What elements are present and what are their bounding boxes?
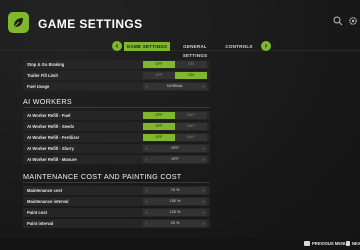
setting-label: Paint cost	[27, 210, 48, 215]
selector-value: 75 %	[170, 188, 180, 192]
chevron-left-icon[interactable]: ‹	[146, 209, 147, 216]
selector-value: OFF	[171, 157, 179, 161]
setting-row-fuel-usage: Fuel Usage ‹ NORMAL ›	[23, 82, 210, 91]
selector-maintenance-cost[interactable]: ‹ 75 % ›	[143, 187, 207, 194]
section-divider	[23, 107, 210, 108]
selector-value: NORMAL	[166, 84, 184, 88]
chevron-right-icon[interactable]: ›	[203, 145, 204, 152]
chevron-right-icon[interactable]: ›	[203, 187, 204, 194]
search-icon[interactable]	[333, 16, 343, 26]
tab-controls[interactable]: CONTROLS	[220, 42, 258, 51]
selector-value: 125 %	[169, 210, 181, 214]
toggle-refill-fertilizer: OFF BUY	[143, 134, 207, 141]
previous-menu-button[interactable]: PREVIOUS MENU	[312, 241, 347, 247]
chevron-right-icon[interactable]: ›	[203, 156, 204, 163]
chevron-left-icon[interactable]: ‹	[146, 187, 147, 194]
setting-label: Trailer Fill Limit	[27, 73, 58, 78]
selector-value: 150 %	[169, 199, 181, 203]
setting-row-stop-go: Stop & Go Braking OFF ON	[23, 60, 210, 69]
setting-label: Maintenance interval	[27, 199, 69, 204]
option-off[interactable]: OFF	[143, 134, 175, 141]
gear-icon[interactable]	[348, 16, 358, 26]
option-buy[interactable]: BUY	[175, 123, 207, 130]
chevron-left-icon[interactable]: ‹	[146, 156, 147, 163]
tab-next-button[interactable]: ›	[261, 41, 271, 51]
chevron-left-icon[interactable]: ‹	[146, 220, 147, 227]
setting-row-refill-fuel: AI Worker Refill - Fuel OFF BUY	[23, 111, 210, 120]
setting-label: AI Worker Refill - Slurry	[27, 146, 74, 151]
setting-label: Maintenance cost	[27, 188, 63, 193]
tab-general-settings[interactable]: GENERAL SETTINGS	[172, 42, 218, 58]
toggle-refill-seeds: OFF BUY	[143, 123, 207, 130]
selector-fuel-usage[interactable]: ‹ NORMAL ›	[143, 83, 207, 90]
option-off[interactable]: OFF	[143, 123, 175, 130]
setting-row-refill-slurry: AI Worker Refill - Slurry ‹ OFF ›	[23, 144, 210, 153]
page-title: GAME SETTINGS	[38, 17, 143, 31]
setting-row-maintenance-interval: Maintenance interval ‹ 150 % ›	[23, 197, 210, 206]
option-on[interactable]: ON	[175, 61, 207, 68]
toggle-trailer-fill: OFF ON	[143, 72, 207, 79]
setting-label: Fuel Usage	[27, 84, 50, 89]
selector-value: 25 %	[170, 221, 180, 225]
chevron-right-icon[interactable]: ›	[203, 198, 204, 205]
setting-row-refill-manure: AI Worker Refill - Manure ‹ OFF ›	[23, 155, 210, 164]
section-title-ai-workers: AI WORKERS	[23, 97, 72, 106]
setting-label: Paint interval	[27, 221, 54, 226]
section-divider	[23, 182, 210, 183]
option-on[interactable]: ON	[175, 72, 207, 79]
option-buy[interactable]: BUY	[175, 134, 207, 141]
selector-paint-cost[interactable]: ‹ 125 % ›	[143, 209, 207, 216]
selector-refill-manure[interactable]: ‹ OFF ›	[143, 156, 207, 163]
enter-key-icon	[346, 241, 350, 246]
chevron-right-icon[interactable]: ›	[203, 209, 204, 216]
toggle-stop-go: OFF ON	[143, 61, 207, 68]
setting-row-refill-fertilizer: AI Worker Refill - Fertilizer OFF BUY	[23, 133, 210, 142]
chevron-left-icon[interactable]: ‹	[146, 198, 147, 205]
option-off[interactable]: OFF	[143, 112, 175, 119]
setting-row-refill-seeds: AI Worker Refill - Seeds OFF BUY	[23, 122, 210, 131]
selector-paint-interval[interactable]: ‹ 25 % ›	[143, 220, 207, 227]
chevron-right-icon[interactable]: ›	[203, 220, 204, 227]
next-menu-button[interactable]: NEXT M	[352, 241, 360, 247]
setting-row-paint-cost: Paint cost ‹ 125 % ›	[23, 208, 210, 217]
setting-row-trailer-fill: Trailer Fill Limit OFF ON	[23, 71, 210, 80]
section-title-maintenance: MAINTENANCE COST AND PAINTING COST	[23, 172, 182, 181]
tab-game-settings[interactable]: GAME SETTINGS	[124, 42, 170, 51]
chevron-right-icon[interactable]: ›	[203, 83, 204, 90]
escape-key-icon	[304, 241, 310, 246]
chevron-left-icon[interactable]: ‹	[146, 145, 147, 152]
setting-label: AI Worker Refill - Seeds	[27, 124, 75, 129]
game-logo	[8, 12, 29, 33]
setting-label: Stop & Go Braking	[27, 62, 65, 67]
setting-label: AI Worker Refill - Manure	[27, 157, 77, 162]
setting-label: AI Worker Refill - Fertilizer	[27, 135, 80, 140]
setting-row-paint-interval: Paint interval ‹ 25 % ›	[23, 219, 210, 228]
tab-prev-button[interactable]: ‹	[112, 41, 122, 51]
toggle-refill-fuel: OFF BUY	[143, 112, 207, 119]
chevron-left-icon[interactable]: ‹	[146, 83, 147, 90]
setting-row-maintenance-cost: Maintenance cost ‹ 75 % ›	[23, 186, 210, 195]
option-buy[interactable]: BUY	[175, 112, 207, 119]
selector-value: OFF	[171, 146, 179, 150]
setting-label: AI Worker Refill - Fuel	[27, 113, 71, 118]
option-off[interactable]: OFF	[143, 72, 175, 79]
selector-maintenance-interval[interactable]: ‹ 150 % ›	[143, 198, 207, 205]
selector-refill-slurry[interactable]: ‹ OFF ›	[143, 145, 207, 152]
option-off[interactable]: OFF	[143, 61, 175, 68]
